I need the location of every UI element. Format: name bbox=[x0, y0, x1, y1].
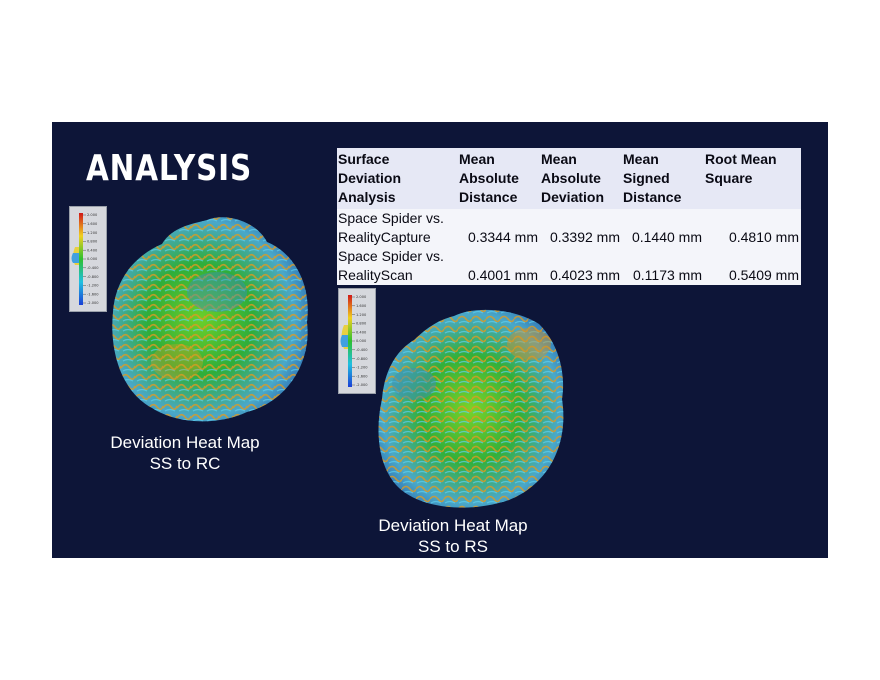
legend-tick-label: 0.000 bbox=[87, 257, 98, 261]
table-cell: 0.3392 mm bbox=[540, 209, 622, 247]
heat-map-ss-to-rc bbox=[112, 217, 308, 422]
caption-title: Deviation Heat Map bbox=[378, 516, 528, 535]
table-cell: 0.5409 mm bbox=[704, 247, 801, 285]
row-label: Space Spider vs. RealityScan bbox=[337, 247, 458, 285]
color-scale-graphic: 2.000 1.600 1.200 0.800 0.400 0.000 -0.400 -0.8… bbox=[340, 295, 368, 387]
legend-tick-label: -0.400 bbox=[87, 266, 99, 270]
legend-tick-label: 1.600 bbox=[87, 222, 98, 226]
table-header-cell: Mean Absolute Deviation bbox=[540, 148, 622, 209]
table-cell: 0.1173 mm bbox=[622, 247, 704, 285]
table-header-cell: Mean Absolute Distance bbox=[458, 148, 540, 209]
color-scale-legend: 2.000 1.600 1.200 0.800 0.400 0.000 -0.400 -0.8… bbox=[338, 288, 376, 394]
legend-tick-label: 2.000 bbox=[356, 295, 367, 299]
legend-tick-label: -0.800 bbox=[87, 275, 99, 279]
legend-tick-label: 1.200 bbox=[87, 231, 98, 235]
legend-tick-label: 0.800 bbox=[87, 240, 98, 244]
legend-tick-label: -2.000 bbox=[87, 301, 99, 305]
slide-title: ANALYSIS bbox=[86, 148, 253, 189]
legend-tick-label: 1.200 bbox=[356, 313, 367, 317]
legend-tick-label: -1.600 bbox=[87, 292, 99, 296]
legend-tick-label: -1.200 bbox=[356, 366, 368, 370]
table-cell: 0.1440 mm bbox=[622, 209, 704, 247]
caption-subtitle: SS to RC bbox=[149, 454, 221, 473]
table-row: Space Spider vs. RealityCapture 0.3344 m… bbox=[337, 209, 801, 247]
table-header-cell: Surface Deviation Analysis bbox=[337, 148, 458, 209]
deviation-table: Surface Deviation Analysis Mean Absolute… bbox=[337, 148, 801, 285]
table-header-row: Surface Deviation Analysis Mean Absolute… bbox=[337, 148, 801, 209]
table-cell: 0.4001 mm bbox=[458, 247, 540, 285]
heat-map-ss-to-rs bbox=[378, 309, 564, 508]
color-scale-graphic: 2.000 1.600 1.200 0.800 0.400 0.000 -0.400 -0.8… bbox=[71, 213, 99, 305]
table-header-cell: Mean Signed Distance bbox=[622, 148, 704, 209]
caption-subtitle: SS to RS bbox=[418, 537, 488, 556]
legend-tick-label: 0.000 bbox=[356, 339, 367, 343]
row-label: Space Spider vs. RealityCapture bbox=[337, 209, 458, 247]
table-row: Space Spider vs. RealityScan 0.4001 mm 0… bbox=[337, 247, 801, 285]
legend-tick-label: -0.400 bbox=[356, 348, 368, 352]
legend-tick-label: -1.200 bbox=[87, 284, 99, 288]
legend-tick-label: -2.000 bbox=[356, 383, 368, 387]
caption-ss-to-rs: Deviation Heat Map SS to RS bbox=[353, 515, 553, 557]
table-cell: 0.4023 mm bbox=[540, 247, 622, 285]
slide: ANALYSIS Surface Deviation Analysis Mean… bbox=[52, 122, 828, 558]
caption-ss-to-rc: Deviation Heat Map SS to RC bbox=[85, 432, 285, 474]
caption-title: Deviation Heat Map bbox=[110, 433, 260, 452]
legend-tick-label: 0.800 bbox=[356, 322, 367, 326]
legend-tick-label: -1.600 bbox=[356, 374, 368, 378]
table-header-cell: Root Mean Square bbox=[704, 148, 801, 209]
table-cell: 0.4810 mm bbox=[704, 209, 801, 247]
color-scale-legend: 2.000 1.600 1.200 0.800 0.400 0.000 -0.400 -0.8… bbox=[69, 206, 107, 312]
legend-tick-label: -0.800 bbox=[356, 357, 368, 361]
legend-tick-label: 1.600 bbox=[356, 304, 367, 308]
table-cell: 0.3344 mm bbox=[458, 209, 540, 247]
legend-tick-label: 0.400 bbox=[87, 248, 98, 252]
legend-tick-label: 2.000 bbox=[87, 213, 98, 217]
legend-tick-label: 0.400 bbox=[356, 330, 367, 334]
